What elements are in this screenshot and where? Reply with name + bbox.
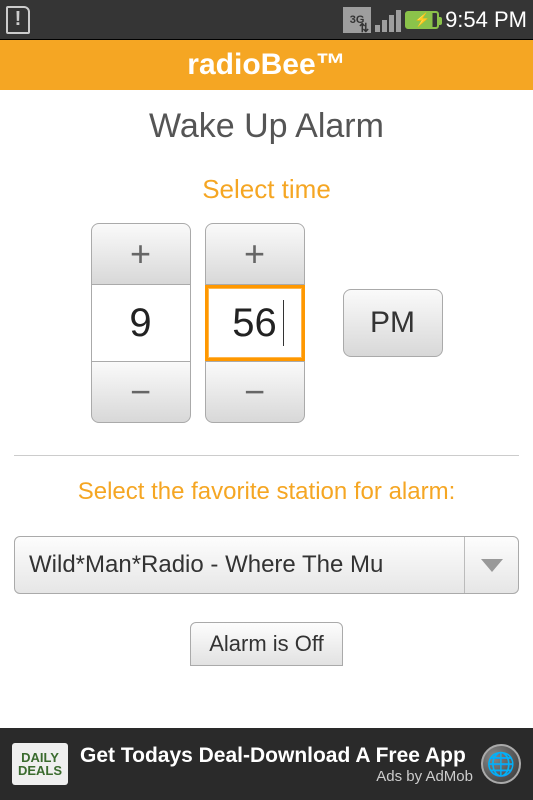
ad-banner[interactable]: DAILY DEALS Get Todays Deal-Download A F… xyxy=(0,728,533,800)
ad-text-wrap: Get Todays Deal-Download A Free App Ads … xyxy=(80,744,481,785)
select-time-label: Select time xyxy=(202,174,331,205)
select-station-label: Select the favorite station for alarm: xyxy=(78,478,456,506)
station-selected-text: Wild*Man*Radio - Where The Mu xyxy=(29,551,464,579)
status-clock: 9:54 PM xyxy=(445,7,527,33)
minus-icon: − xyxy=(244,371,265,413)
plus-icon: + xyxy=(244,233,265,275)
station-dropdown[interactable]: Wild*Man*Radio - Where The Mu xyxy=(14,536,519,594)
network-3g-icon: 3G xyxy=(343,7,371,33)
minute-increment-button[interactable]: + xyxy=(205,223,305,285)
main-content: Wake Up Alarm Select time + 9 − + 56 − P… xyxy=(0,90,533,728)
hour-increment-button[interactable]: + xyxy=(91,223,191,285)
ad-badge-line2: DEALS xyxy=(18,764,62,777)
chevron-down-icon xyxy=(464,537,518,593)
time-picker: + 9 − + 56 − PM xyxy=(91,223,443,423)
ad-attribution: Ads by AdMob xyxy=(80,768,473,785)
alarm-toggle-button[interactable]: Alarm is Off xyxy=(190,622,343,666)
divider xyxy=(14,455,519,456)
status-bar: ! 3G ⚡ 9:54 PM xyxy=(0,0,533,40)
globe-icon: 🌐 xyxy=(481,744,521,784)
minute-input[interactable]: 56 xyxy=(205,285,305,361)
minute-spinner: + 56 − xyxy=(205,223,305,423)
battery-charging-icon: ⚡ xyxy=(405,11,439,29)
plus-icon: + xyxy=(130,233,151,275)
minute-decrement-button[interactable]: − xyxy=(205,361,305,423)
app-header: radioBee™ xyxy=(0,40,533,90)
hour-decrement-button[interactable]: − xyxy=(91,361,191,423)
hour-input[interactable]: 9 xyxy=(91,285,191,361)
signal-icon xyxy=(375,8,401,32)
ampm-toggle-button[interactable]: PM xyxy=(343,289,443,357)
ad-text: Get Todays Deal-Download A Free App xyxy=(80,744,481,768)
minus-icon: − xyxy=(130,371,151,413)
app-title: radioBee™ xyxy=(187,48,345,82)
sim-icon: ! xyxy=(6,6,30,34)
hour-spinner: + 9 − xyxy=(91,223,191,423)
page-title: Wake Up Alarm xyxy=(149,107,384,146)
ad-badge: DAILY DEALS xyxy=(12,743,68,785)
